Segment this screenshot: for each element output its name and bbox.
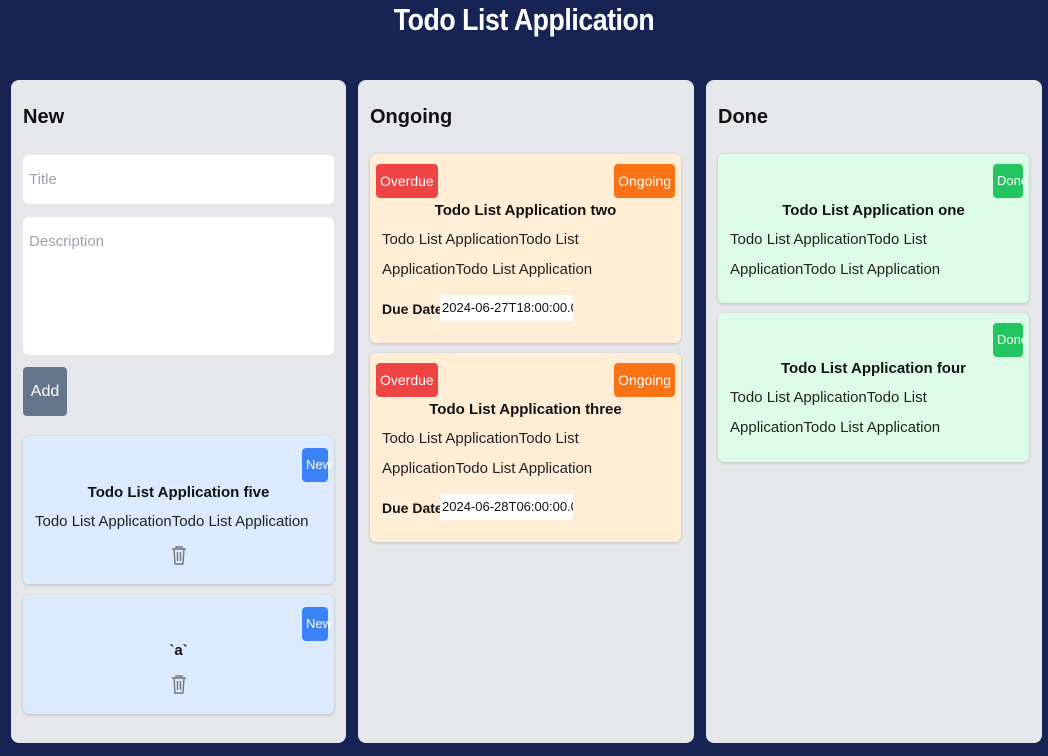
status-badge: New bbox=[302, 607, 332, 641]
due-date-label: Due Date: bbox=[382, 301, 448, 317]
card-title: Todo List Application five bbox=[87, 484, 270, 501]
card-title: `a` bbox=[169, 642, 188, 659]
column-title-ongoing: Ongoing bbox=[370, 106, 453, 128]
card-description: Todo List ApplicationTodo List Applicati… bbox=[35, 513, 309, 530]
status-badge: Done bbox=[993, 323, 1028, 357]
column-ongoing: Ongoing Overdue Ongoing Todo List Applic… bbox=[358, 80, 694, 743]
due-date-value: 2024-06-27T18:00:00.000Z bbox=[440, 295, 573, 321]
todo-card: New Todo List Application five Todo List… bbox=[23, 436, 334, 584]
column-title-done: Done bbox=[718, 106, 768, 128]
todo-card: Done Todo List Application four Todo Lis… bbox=[718, 313, 1029, 462]
todo-card: Overdue Ongoing Todo List Application th… bbox=[370, 353, 681, 542]
card-title: Todo List Application three bbox=[429, 401, 622, 418]
card-description: Todo List ApplicationTodo List Applicati… bbox=[382, 430, 593, 477]
title-input[interactable] bbox=[23, 155, 334, 204]
card-title: Todo List Application four bbox=[781, 360, 966, 377]
card-title: Todo List Application two bbox=[434, 202, 617, 219]
card-description: Todo List ApplicationTodo List Applicati… bbox=[730, 231, 941, 278]
status-badge: Ongoing bbox=[614, 363, 675, 397]
todo-card: Done Todo List Application one Todo List… bbox=[718, 154, 1029, 303]
status-badge: Ongoing bbox=[614, 164, 675, 198]
due-date-value: 2024-06-28T06:00:00.000Z bbox=[440, 494, 573, 520]
card-title: Todo List Application one bbox=[782, 202, 965, 219]
add-button[interactable]: Add bbox=[23, 367, 67, 416]
column-title-new: New bbox=[23, 106, 65, 128]
overdue-badge: Overdue bbox=[376, 363, 438, 397]
column-new: New Add New Todo List Application five T… bbox=[11, 80, 346, 743]
app-title: Todo List Application bbox=[393, 2, 655, 37]
description-input[interactable] bbox=[23, 217, 334, 355]
status-badge: New bbox=[302, 448, 332, 482]
trash-icon[interactable] bbox=[171, 674, 187, 694]
todo-card: Overdue Ongoing Todo List Application tw… bbox=[370, 154, 681, 343]
overdue-badge: Overdue bbox=[376, 164, 438, 198]
trash-icon[interactable] bbox=[171, 545, 187, 565]
column-done: Done Done Todo List Application one Todo… bbox=[706, 80, 1042, 743]
status-badge: Done bbox=[993, 164, 1028, 198]
card-description: Todo List ApplicationTodo List Applicati… bbox=[730, 389, 941, 436]
due-date-label: Due Date: bbox=[382, 500, 448, 516]
card-description: Todo List ApplicationTodo List Applicati… bbox=[382, 231, 593, 278]
todo-card: New `a` bbox=[23, 595, 334, 714]
